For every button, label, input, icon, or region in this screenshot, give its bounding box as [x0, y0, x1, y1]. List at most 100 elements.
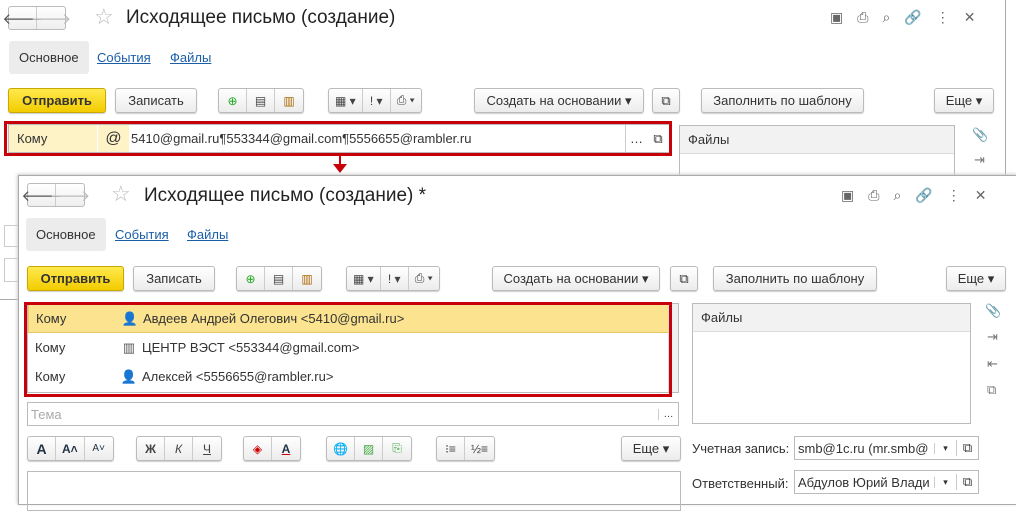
save-icon[interactable]: ▣ [830, 9, 843, 26]
add-icon[interactable]: ⊕ [237, 267, 265, 290]
window-title: Исходящее письмо (создание) * [144, 185, 427, 206]
create-based-button[interactable]: Создать на основании ▾ [492, 266, 660, 291]
insert-link-icon[interactable]: 🌐 [327, 437, 355, 460]
create-based-label: Создать на основании [486, 93, 622, 108]
highlight-frame [4, 121, 672, 156]
create-based-button[interactable]: Создать на основании ▾ [474, 88, 644, 113]
arrow-down-icon [333, 164, 347, 173]
more-button[interactable]: Еще ▾ [946, 266, 1006, 291]
save-button[interactable]: Записать [115, 88, 197, 113]
send-button[interactable]: Отправить [8, 88, 106, 113]
color-group: ◈ A [243, 436, 301, 461]
fill-template-button[interactable]: Заполнить по шаблону [701, 88, 864, 113]
forward-arrow-icon[interactable]: 🡒 [50, 184, 90, 206]
print-icon[interactable]: ⎙ [857, 9, 868, 26]
attach-doc-icon[interactable]: ▦ ▾ [329, 89, 363, 112]
tab-events[interactable]: События [105, 218, 179, 251]
insert-doc-icon[interactable]: ⎘ [383, 437, 411, 460]
send-button[interactable]: Отправить [27, 266, 124, 291]
save-icon[interactable]: ▣ [841, 187, 854, 204]
favorite-star-icon[interactable]: ☆ [111, 181, 131, 207]
tab-files[interactable]: Файлы [177, 218, 238, 251]
actions-group: ▦ ▾! ▾ ⎙ ▾ [346, 266, 440, 291]
account-field[interactable]: smb@1c.ru (mr.smb@ ▾ ⧉ [794, 436, 979, 460]
close-icon[interactable]: ✕ [975, 187, 987, 204]
font-color-icon[interactable]: A [272, 437, 300, 460]
window-title: Исходящее письмо (создание) [126, 7, 396, 28]
more-button[interactable]: Еще ▾ [934, 88, 994, 113]
attach-icon[interactable]: 📎 [985, 303, 1001, 319]
dropdown-icon[interactable]: ▾ [934, 476, 956, 488]
more-label: Еще [632, 441, 660, 456]
subject-input[interactable]: Тема … [27, 402, 679, 426]
add-doc-icon[interactable]: ▤ [265, 267, 293, 290]
responsible-label: Ответственный: [692, 476, 789, 491]
open-icon[interactable]: ⧉ [956, 474, 978, 490]
add-icon[interactable]: ⊕ [219, 89, 247, 112]
add-group: ⊕ ▤ ▥ [218, 88, 304, 113]
save-button[interactable]: Записать [133, 266, 215, 291]
structure-icon[interactable]: ⧉ [670, 266, 698, 291]
open-icon[interactable]: ⧉ [987, 382, 996, 398]
actions-group: ▦ ▾! ▾ ⎙ ▾ [328, 88, 422, 113]
export-icon[interactable]: ⇥ [974, 152, 985, 168]
highlight-frame [24, 302, 672, 397]
insert-image-icon[interactable]: ▨ [355, 437, 383, 460]
account-value: smb@1c.ru (mr.smb@ [798, 440, 929, 456]
body-editor[interactable] [27, 471, 681, 511]
numbered-list-icon[interactable]: ½≡ [465, 437, 494, 460]
open-icon[interactable]: ⧉ [956, 440, 978, 456]
select-button[interactable]: … [658, 408, 678, 420]
format-more-button[interactable]: Еще ▾ [621, 436, 681, 461]
importance-icon[interactable]: ! ▾ [381, 267, 409, 290]
close-icon[interactable]: ✕ [964, 9, 976, 26]
attach-icon[interactable]: 📎 [972, 127, 988, 143]
link-icon[interactable]: 🔗 [915, 187, 932, 204]
more-icon[interactable]: ⋮ [947, 187, 961, 204]
preview-icon[interactable]: ⌕ [893, 187, 901, 204]
files-header: Файлы [680, 126, 954, 154]
subject-placeholder: Тема [31, 406, 62, 422]
add-doc-icon[interactable]: ▤ [247, 89, 275, 112]
preview-icon[interactable]: ⌕ [882, 9, 890, 26]
fill-color-icon[interactable]: ◈ [244, 437, 272, 460]
address-book-icon[interactable]: ▥ [275, 89, 303, 112]
importance-icon[interactable]: ! ▾ [363, 89, 391, 112]
responsible-field[interactable]: Абдулов Юрий Влади ▾ ⧉ [794, 470, 979, 494]
responsible-value: Абдулов Юрий Влади [798, 474, 930, 490]
attach-doc-icon[interactable]: ▦ ▾ [347, 267, 381, 290]
print-menu-icon[interactable]: ⎙ ▾ [391, 89, 421, 112]
dropdown-icon[interactable]: ▾ [934, 442, 956, 454]
structure-icon[interactable]: ⧉ [652, 88, 680, 113]
import-icon[interactable]: ⇤ [987, 356, 998, 372]
more-icon[interactable]: ⋮ [936, 9, 950, 26]
bullet-list-icon[interactable]: ⁝≡ [437, 437, 465, 460]
print-icon[interactable]: ⎙ [868, 187, 879, 204]
nav-buttons: 🡐 🡒 [2, 6, 71, 30]
link-icon[interactable]: 🔗 [904, 9, 921, 26]
add-group: ⊕ ▤ ▥ [236, 266, 322, 291]
underline-icon[interactable]: Ч [193, 437, 221, 460]
export-icon[interactable]: ⇥ [987, 329, 998, 345]
tab-events[interactable]: События [87, 41, 161, 74]
tab-files[interactable]: Файлы [160, 41, 221, 74]
font-increase-icon[interactable]: A˄ [56, 437, 85, 460]
title-icons: ▣ ⎙ ⌕ 🔗 ⋮ ✕ [841, 187, 986, 204]
tab-main[interactable]: Основное [26, 218, 106, 251]
font-decrease-icon[interactable]: A˅ [85, 437, 113, 460]
print-menu-icon[interactable]: ⎙ ▾ [409, 267, 439, 290]
italic-icon[interactable]: К [165, 437, 193, 460]
create-based-label: Создать на основании [503, 271, 639, 286]
tab-main[interactable]: Основное [9, 41, 89, 74]
files-panel: Файлы [692, 303, 971, 424]
forward-arrow-icon[interactable]: 🡒 [31, 7, 71, 29]
files-header: Файлы [693, 304, 970, 332]
fill-template-button[interactable]: Заполнить по шаблону [713, 266, 877, 291]
font-large-icon[interactable]: A [28, 437, 56, 460]
insert-group: 🌐 ▨ ⎘ [326, 436, 412, 461]
font-size-group: A A˄ A˅ [27, 436, 114, 461]
favorite-star-icon[interactable]: ☆ [94, 4, 114, 30]
more-label: Еще [957, 271, 985, 286]
address-book-icon[interactable]: ▥ [293, 267, 321, 290]
bold-icon[interactable]: Ж [137, 437, 165, 460]
